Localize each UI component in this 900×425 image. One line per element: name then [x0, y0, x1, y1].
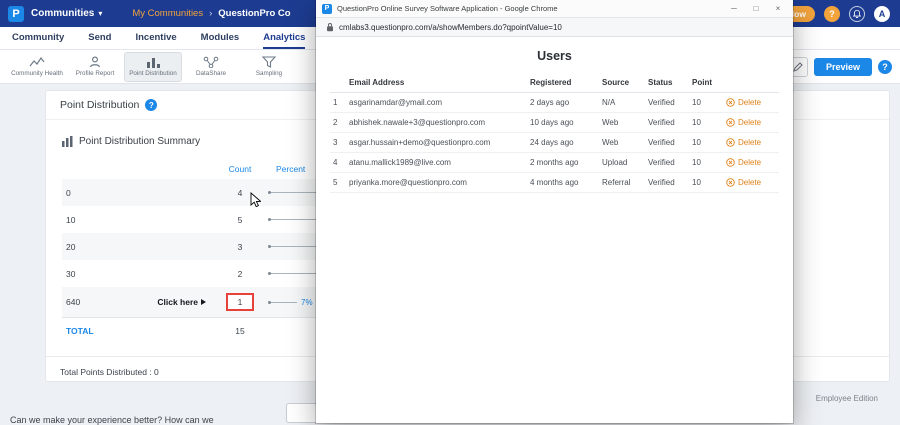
- questionpro-logo[interactable]: P: [8, 5, 24, 22]
- user-row: 5 priyanka.more@questionpro.com 4 months…: [330, 172, 779, 193]
- mouse-cursor-icon: [250, 192, 261, 207]
- user-row: 3 asgar.hussain+demo@questionpro.com 24 …: [330, 132, 779, 153]
- chrome-popup-window: P QuestionPro Online Survey Software App…: [316, 0, 793, 423]
- nav-item-modules[interactable]: Modules: [201, 27, 240, 49]
- lock-icon: [327, 23, 333, 32]
- annotation-arrow-icon: [201, 299, 206, 305]
- delete-circle-x-icon: [726, 138, 735, 147]
- user-row: 4 atanu.mallick1989@live.com 2 months ag…: [330, 152, 779, 173]
- col-source: Source: [599, 73, 645, 93]
- count-link[interactable]: 2: [212, 269, 268, 279]
- help-icon[interactable]: ?: [824, 5, 840, 22]
- bar-chart-icon: [145, 56, 161, 68]
- toolbar-item-point-distribution[interactable]: Point Distribution: [124, 51, 182, 82]
- count-link[interactable]: 3: [212, 242, 268, 252]
- click-here-annotation: Click here: [157, 297, 198, 307]
- user-email-link[interactable]: atanu.mallick1989@live.com: [346, 152, 527, 173]
- chevron-down-icon: ▾: [98, 9, 103, 18]
- user-email-link[interactable]: priyanka.more@questionpro.com: [346, 172, 527, 193]
- nav-item-analytics[interactable]: Analytics: [263, 27, 306, 49]
- minimize-icon[interactable]: ─: [723, 4, 745, 13]
- breadcrumb-current: QuestionPro Co: [218, 8, 291, 19]
- delete-circle-x-icon: [726, 118, 735, 127]
- maximize-icon[interactable]: □: [745, 4, 767, 13]
- share-nodes-icon: [203, 56, 219, 68]
- user-email-link[interactable]: asgarinamdar@ymail.com: [346, 92, 527, 113]
- product-switcher[interactable]: Communities: [31, 8, 94, 19]
- page-title: Point Distribution: [60, 99, 140, 111]
- breadcrumb-separator: ›: [209, 8, 213, 19]
- delete-circle-x-icon: [726, 98, 735, 107]
- col-status: Status: [645, 73, 689, 93]
- popup-content: Users Email Address Registered Source St…: [316, 37, 793, 423]
- delete-link[interactable]: Delete: [726, 158, 776, 167]
- preview-button[interactable]: Preview: [813, 57, 872, 76]
- percent-header: Percent: [276, 164, 306, 174]
- toolbar-actions: Preview ?: [787, 56, 892, 77]
- col-email: Email Address: [346, 73, 527, 93]
- toolbar-item-datashare[interactable]: DataShare: [182, 52, 240, 82]
- popup-url-text: cmlabs3.questionpro.com/a/showMembers.do…: [339, 22, 562, 32]
- user-row: 1 asgarinamdar@ymail.com 2 days ago N/A …: [330, 92, 779, 113]
- highlighted-count-link[interactable]: 1: [225, 293, 255, 311]
- feedback-prompt: Can we make your experience better? How …: [10, 415, 214, 425]
- toolbar-item-profile-report[interactable]: Profile Report: [66, 52, 124, 82]
- col-point: Point: [689, 73, 723, 93]
- notifications-bell-icon[interactable]: [849, 5, 865, 22]
- count-link[interactable]: 5: [212, 215, 268, 225]
- popup-title-bar[interactable]: P QuestionPro Online Survey Software App…: [316, 0, 793, 18]
- toolbar-item-community-health[interactable]: Community Health: [8, 52, 66, 82]
- delete-circle-x-icon: [726, 178, 735, 187]
- funnel-icon: [261, 56, 277, 68]
- percent-value: 7%: [301, 297, 313, 307]
- line-chart-icon: [29, 56, 45, 68]
- user-email-link[interactable]: asgar.hussain+demo@questionpro.com: [346, 132, 527, 153]
- popup-url-bar[interactable]: cmlabs3.questionpro.com/a/showMembers.do…: [316, 18, 793, 37]
- person-icon: [87, 56, 103, 68]
- nav-item-incentive[interactable]: Incentive: [135, 27, 176, 49]
- close-icon[interactable]: ×: [767, 4, 789, 13]
- breadcrumb-my-communities[interactable]: My Communities: [132, 8, 203, 19]
- title-help-icon[interactable]: ?: [145, 99, 158, 111]
- user-avatar[interactable]: A: [874, 5, 890, 22]
- delete-circle-x-icon: [726, 158, 735, 167]
- users-heading: Users: [537, 49, 572, 63]
- users-table-header: Email Address Registered Source Status P…: [330, 73, 779, 93]
- delete-link[interactable]: Delete: [726, 118, 776, 127]
- edition-label: Employee Edition: [815, 394, 878, 403]
- count-header: Count: [228, 164, 252, 174]
- delete-link[interactable]: Delete: [726, 178, 776, 187]
- users-table: Email Address Registered Source Status P…: [330, 73, 779, 193]
- popup-favicon: P: [322, 3, 332, 14]
- help-badge-icon[interactable]: ?: [878, 59, 892, 74]
- delete-link[interactable]: Delete: [726, 138, 776, 147]
- user-email-link[interactable]: abhishek.nawale+3@questionpro.com: [346, 112, 527, 133]
- col-registered: Registered: [527, 73, 599, 93]
- summary-chart-icon: [62, 136, 73, 147]
- popup-window-title: QuestionPro Online Survey Software Appli…: [337, 4, 558, 13]
- nav-item-community[interactable]: Community: [12, 27, 64, 49]
- delete-link[interactable]: Delete: [726, 98, 776, 107]
- pencil-icon: [793, 61, 803, 72]
- nav-item-send[interactable]: Send: [88, 27, 111, 49]
- toolbar-item-sampling[interactable]: Sampling: [240, 52, 298, 82]
- user-row: 2 abhishek.nawale+3@questionpro.com 10 d…: [330, 112, 779, 133]
